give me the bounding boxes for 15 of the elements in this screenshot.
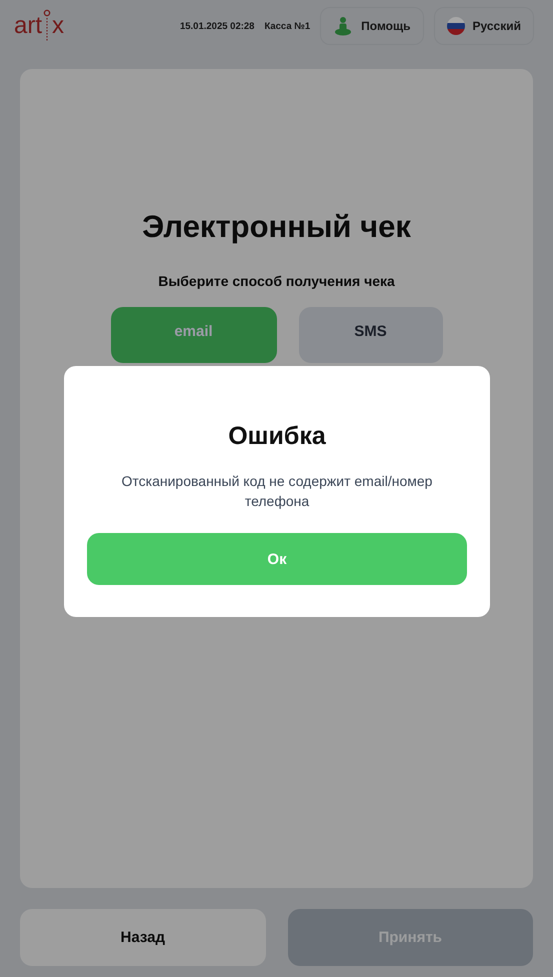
date-time: 15.01.2025 02:28 [180, 20, 254, 32]
logo-mark-icon [43, 9, 52, 43]
dialog-message: Отсканированный код не содержит email/номер телефона [120, 472, 434, 511]
language-button[interactable]: Русский [434, 7, 534, 45]
flag-icon [446, 17, 464, 35]
logo-text: x [52, 12, 64, 40]
page-title: Электронный чек [142, 209, 411, 245]
option-button[interactable]: SMS [298, 307, 442, 363]
register-label: Касса №1 [264, 20, 310, 32]
footer-button[interactable]: Назад [20, 909, 266, 966]
logo-text: art [14, 12, 42, 40]
person-icon [333, 16, 354, 36]
dialog-title: Ошибка [228, 422, 326, 451]
subtitle: Выберите способ получения чека [158, 273, 395, 289]
help-button[interactable]: Помощь [320, 7, 424, 45]
